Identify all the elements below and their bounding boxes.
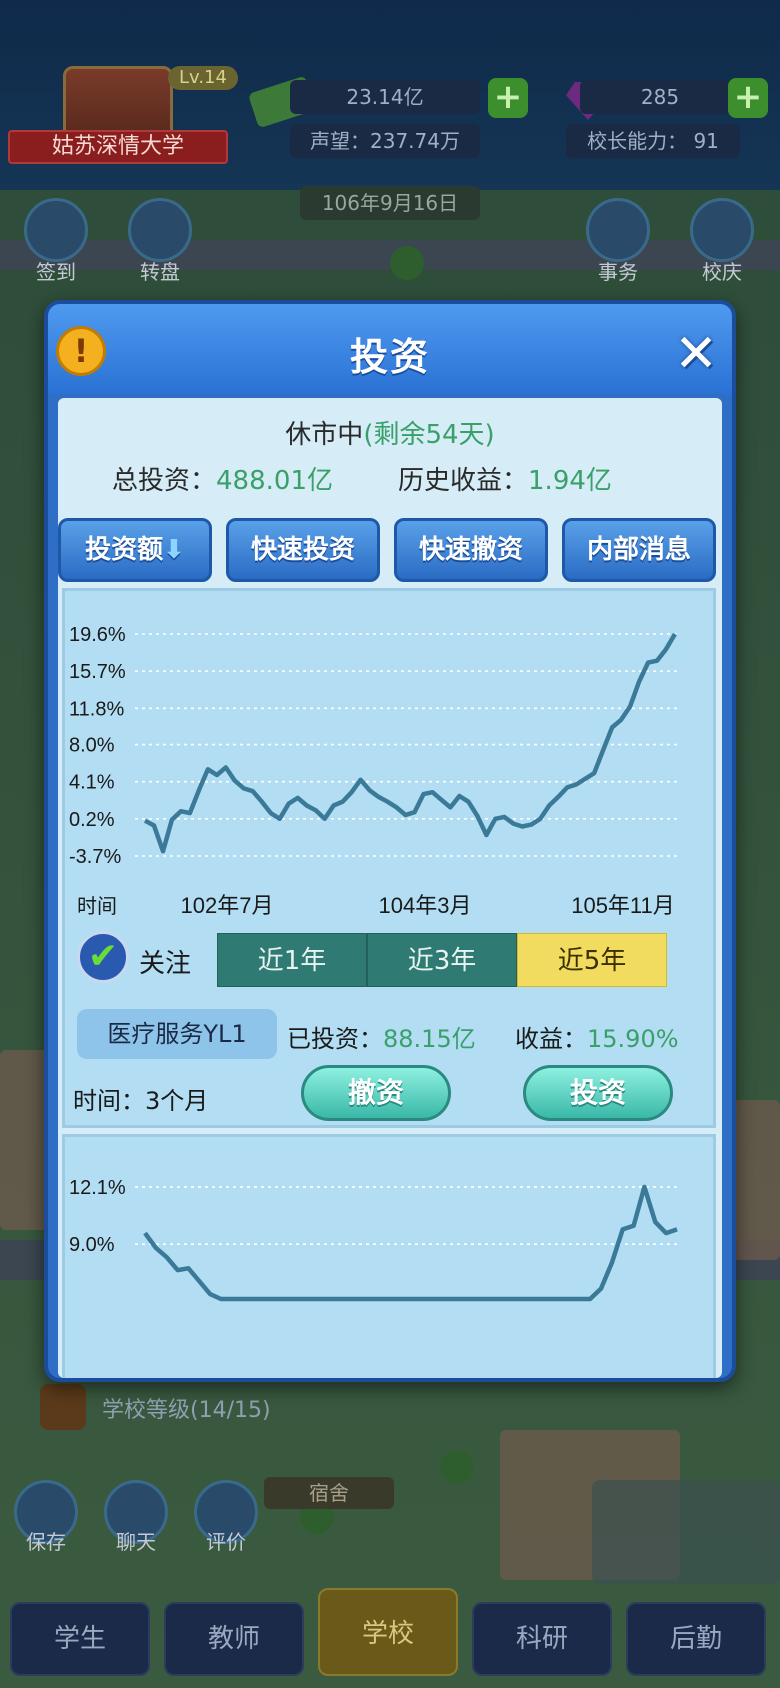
school-level-progress[interactable]: 学校等级(14/15) [40, 1384, 360, 1430]
historical-return-label: 历史收益： [398, 466, 529, 496]
y-tick-label: 12.1% [69, 1177, 126, 1199]
x-axis-label: 时间 [77, 895, 117, 918]
nav-tab-teachers[interactable]: 教师 [164, 1602, 304, 1676]
school-level-progress-text: 学校等级(14/15) [102, 1398, 271, 1423]
fund-invested-value: 88.15亿 [383, 1025, 476, 1053]
fund-invested: 已投资：88.15亿 [287, 1019, 476, 1054]
anniversary-button[interactable] [690, 198, 754, 262]
market-remaining: (剩余54天) [363, 420, 495, 450]
gems-value: 285 [580, 80, 740, 114]
fund-panel: 19.6% 15.7% 11.8% 8.0% 4.1% 0.2% -3.7% 时间 102年7月… [62, 588, 716, 1128]
range-3y-button[interactable]: 近3年 [367, 933, 517, 987]
total-investment-value: 488.01亿 [216, 466, 333, 496]
historical-return-value: 1.94亿 [528, 466, 612, 496]
nav-tab-school[interactable]: 学校 [318, 1588, 458, 1676]
tab-investment-amount-label: 投资额 [85, 535, 164, 565]
checkin-label: 签到 [36, 260, 76, 284]
school-building-icon [63, 66, 173, 136]
game-date: 106年9月16日 [300, 186, 480, 220]
y-tick-label: 15.7% [69, 661, 126, 683]
fund-panel-2: 12.1% 9.0% [62, 1134, 716, 1378]
y-tick-label: 11.8% [69, 698, 124, 720]
fund-chart: 19.6% 15.7% 11.8% 8.0% 4.1% 0.2% -3.7% 时间 102年7月… [69, 624, 679, 918]
fund-chart-2: 12.1% 9.0% [69, 1177, 681, 1302]
money-value: 23.14亿 [290, 80, 480, 114]
dialog-header: ! 投资 ✕ [48, 304, 732, 394]
x-tick-label: 105年11月 [571, 893, 675, 918]
nav-tab-logistics[interactable]: 后勤 [626, 1602, 766, 1676]
tab-quick-withdraw[interactable]: 快速撤资 [394, 518, 548, 582]
x-tick-label: 104年3月 [379, 893, 472, 918]
close-button[interactable]: ✕ [668, 326, 724, 382]
treasure-icon [40, 1384, 86, 1430]
market-status: 休市中(剩余54天) [58, 414, 722, 451]
affairs-button[interactable] [586, 198, 650, 262]
range-1y-button[interactable]: 近1年 [217, 933, 367, 987]
y-tick-label: -3.7% [69, 846, 121, 868]
follow-label: 关注 [139, 949, 192, 979]
save-label: 保存 [26, 1530, 66, 1554]
follow-checkbox[interactable]: ✔ [77, 931, 129, 983]
tree [440, 1450, 474, 1484]
school-badge[interactable]: Lv.14 姑苏深情大学 [8, 66, 238, 166]
total-investment: 总投资：488.01亿 [112, 460, 333, 497]
y-tick-label: 8.0% [69, 735, 115, 757]
school-name: 姑苏深情大学 [8, 130, 228, 164]
anniversary-label: 校庆 [702, 260, 742, 284]
dialog-title: 投资 [349, 335, 430, 379]
y-tick-label: 0.2% [69, 809, 115, 831]
range-5y-button[interactable]: 近5年 [517, 933, 667, 987]
wheel-label: 转盘 [140, 260, 180, 284]
fund-duration: 时间：3个月 [73, 1087, 209, 1115]
add-money-button[interactable]: + [488, 78, 528, 118]
investment-dialog: ! 投资 ✕ 休市中(剩余54天) 总投资：488.01亿 历史收益：1.94亿… [44, 300, 736, 1382]
market-status-text: 休市中 [285, 420, 364, 450]
fund-return-value: 15.90% [587, 1025, 679, 1053]
fund-invested-label: 已投资： [287, 1025, 383, 1053]
fund-name: 医疗服务YL1 [77, 1009, 277, 1059]
invest-button[interactable]: 投资 [523, 1065, 673, 1121]
nav-tab-students[interactable]: 学生 [10, 1602, 150, 1676]
wheel-button[interactable] [128, 198, 192, 262]
chat-label: 聊天 [116, 1530, 156, 1554]
school-level-badge: Lv.14 [168, 66, 238, 90]
mini-chart [592, 1480, 780, 1584]
withdraw-button[interactable]: 撤资 [301, 1065, 451, 1121]
reputation-value: 声望：237.74万 [290, 124, 480, 158]
review-label: 评价 [206, 1530, 246, 1554]
y-tick-label: 4.1% [69, 772, 115, 794]
tab-investment-amount[interactable]: 投资额⬇ [58, 518, 212, 582]
arrow-down-icon: ⬇ [163, 535, 185, 565]
dialog-body: 休市中(剩余54天) 总投资：488.01亿 历史收益：1.94亿 投资额⬇ 快… [58, 398, 722, 1378]
total-investment-label: 总投资： [112, 466, 217, 496]
add-gems-button[interactable]: + [728, 78, 768, 118]
y-tick-label: 19.6% [69, 624, 126, 646]
fund-return-label: 收益： [515, 1025, 587, 1053]
y-tick-label: 9.0% [69, 1234, 115, 1256]
nav-tab-research[interactable]: 科研 [472, 1602, 612, 1676]
affairs-label: 事务 [598, 260, 638, 284]
dorm-label: 宿舍 [264, 1477, 394, 1509]
series-line [143, 1184, 678, 1302]
bottom-nav: 学生 教师 学校 科研 后勤 [0, 1588, 780, 1688]
tree [390, 246, 424, 280]
historical-return: 历史收益：1.94亿 [398, 460, 612, 497]
checkin-button[interactable] [24, 198, 88, 262]
fund-return: 收益：15.90% [515, 1019, 679, 1054]
x-tick-label: 102年7月 [181, 893, 274, 918]
principal-ability-value: 校长能力： 91 [566, 124, 740, 158]
tab-quick-invest[interactable]: 快速投资 [226, 518, 380, 582]
tab-insider-news[interactable]: 内部消息 [562, 518, 716, 582]
